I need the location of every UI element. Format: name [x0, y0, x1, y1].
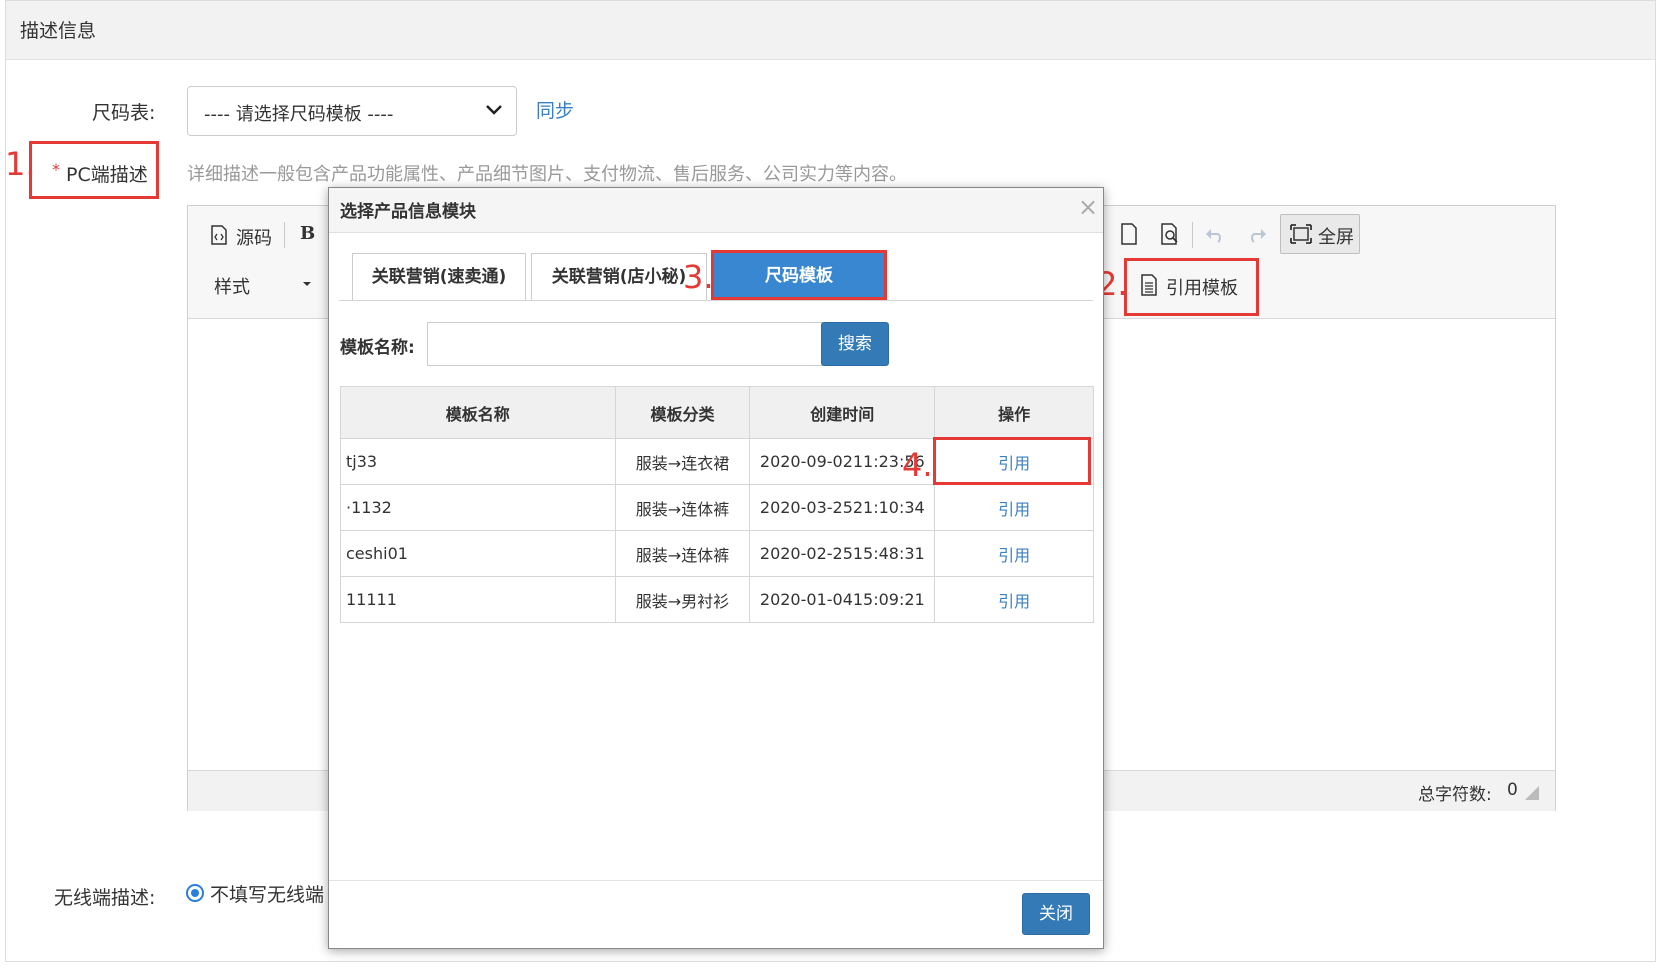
wireless-radio[interactable]	[186, 884, 204, 902]
row-created-time: 2020-01-0415:09:21	[749, 576, 936, 623]
pc-desc-label: PC端描述	[66, 164, 148, 186]
preview-icon[interactable]	[1160, 223, 1182, 245]
table-row: 11111 服装→男衬衫 2020-01-0415:09:21 引用	[340, 576, 1094, 623]
required-mark: *	[52, 160, 60, 179]
row-template-category: 服装→连衣裙	[614, 438, 751, 485]
search-button[interactable]: 搜索	[821, 322, 889, 366]
word-count-value: 0	[1507, 780, 1518, 800]
row-template-name: tj33	[340, 438, 616, 485]
fullscreen-label: 全屏	[1318, 227, 1354, 248]
cite-link[interactable]: 引用	[934, 576, 1094, 623]
resize-handle-icon[interactable]	[1525, 786, 1539, 800]
annotation-marker-3: 3.	[683, 258, 714, 296]
search-label: 模板名称:	[340, 338, 415, 358]
fullscreen-icon	[1290, 224, 1312, 244]
panel-title: 描述信息	[20, 20, 97, 42]
row-template-name: 11111	[340, 576, 616, 623]
template-doc-icon	[1141, 274, 1157, 296]
sync-link[interactable]: 同步	[536, 96, 574, 123]
toolbar-divider-3	[1192, 222, 1193, 248]
toolbar-divider	[284, 222, 285, 248]
table-row: ·1132 服装→连体裤 2020-03-2521:10:34 引用	[340, 484, 1094, 531]
row-template-name: ceshi01	[340, 530, 616, 577]
wireless-option-label: 不填写无线端	[210, 884, 325, 906]
column-header: 创建时间	[749, 386, 936, 439]
style-caret-icon	[303, 282, 311, 286]
modal-title: 选择产品信息模块	[340, 202, 476, 222]
source-icon	[211, 225, 227, 245]
tab-related-aliexpress[interactable]: 关联营销(速卖通)	[352, 253, 526, 301]
size-chart-select[interactable]: ---- 请选择尺码模板 ----	[187, 86, 517, 136]
cite-link[interactable]: 引用	[934, 484, 1094, 531]
word-count-label: 总字符数:	[1418, 785, 1492, 805]
tab-underline	[339, 300, 1093, 301]
chevron-down-icon	[486, 105, 502, 115]
redo-icon[interactable]	[1246, 226, 1268, 244]
style-dropdown[interactable]: 样式	[214, 273, 250, 299]
wireless-desc-label: 无线端描述:	[54, 887, 156, 909]
panel-header	[6, 1, 1655, 60]
size-chart-label: 尺码表:	[92, 102, 156, 124]
annotation-marker-4: 4.	[902, 446, 933, 484]
column-header: 模板名称	[340, 386, 616, 439]
column-header: 模板分类	[614, 386, 751, 439]
cite-template-button[interactable]: 引用模板	[1166, 274, 1238, 300]
row-template-category: 服装→连体裤	[614, 530, 751, 577]
row-created-time: 2020-02-2515:48:31	[749, 530, 936, 577]
row-created-time: 2020-03-2521:10:34	[749, 484, 936, 531]
table-row: ceshi01 服装→连体裤 2020-02-2515:48:31 引用	[340, 530, 1094, 577]
row-template-name: ·1132	[340, 484, 616, 531]
close-button[interactable]: 关闭	[1022, 893, 1090, 935]
row-template-category: 服装→男衬衫	[614, 576, 751, 623]
bold-button[interactable]: B	[300, 223, 315, 244]
modal-footer-divider	[329, 880, 1103, 881]
pc-desc-hint: 详细描述一般包含产品功能属性、产品细节图片、支付物流、售后服务、公司实力等内容。	[187, 164, 907, 185]
cite-link[interactable]: 引用	[934, 530, 1094, 577]
annotation-box-4	[933, 437, 1091, 485]
template-name-input[interactable]	[427, 322, 825, 366]
table-header-row: 模板名称 模板分类 创建时间 操作	[340, 386, 1094, 439]
template-table: 模板名称 模板分类 创建时间 操作 tj33 服装→连衣裙 2020-09-02…	[340, 386, 1094, 623]
new-doc-icon[interactable]	[1120, 223, 1138, 245]
row-template-category: 服装→连体裤	[614, 484, 751, 531]
undo-icon[interactable]	[1204, 226, 1226, 244]
annotation-box-3	[711, 250, 887, 300]
annotation-marker-1: 1.	[5, 145, 36, 183]
close-icon[interactable]: ×	[1078, 193, 1098, 221]
tab-related-dianxiaomi[interactable]: 关联营销(店小秘)	[531, 253, 707, 301]
source-button[interactable]: 源码	[236, 224, 272, 250]
size-chart-selected: ---- 请选择尺码模板 ----	[204, 104, 394, 125]
column-header: 操作	[934, 386, 1094, 439]
